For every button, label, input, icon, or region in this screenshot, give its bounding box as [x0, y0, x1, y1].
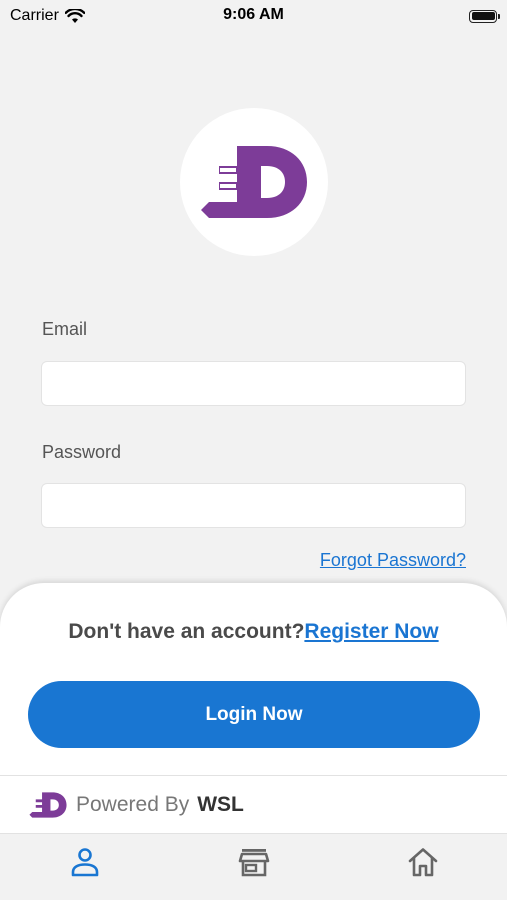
powered-by-row: Powered By WSL — [28, 788, 244, 822]
home-icon — [408, 848, 437, 877]
brand-d-logo-icon — [201, 146, 307, 218]
tab-profile[interactable] — [55, 844, 115, 880]
user-icon — [71, 848, 98, 877]
email-label: Email — [42, 319, 88, 339]
register-prompt: Don't have an account?Register Now — [0, 620, 507, 644]
tab-home[interactable] — [393, 844, 453, 880]
divider — [0, 775, 507, 776]
forgot-password-link[interactable]: Forgot Password? — [320, 550, 466, 571]
login-button[interactable]: Login Now — [28, 681, 480, 748]
password-input[interactable] — [41, 483, 466, 528]
powered-by-text: Powered By — [76, 793, 190, 816]
tab-store[interactable] — [224, 844, 284, 880]
status-time: 9:06 AM — [223, 6, 284, 23]
powered-by-brand: WSL — [197, 793, 244, 816]
register-now-link[interactable]: Register Now — [304, 620, 438, 643]
email-input[interactable] — [41, 361, 466, 406]
password-label: Password — [42, 442, 122, 462]
store-icon — [238, 849, 269, 877]
brand-d-small-icon — [29, 792, 67, 818]
app-logo — [180, 108, 328, 256]
tab-bar — [0, 834, 507, 900]
no-account-text: Don't have an account? — [68, 620, 305, 643]
